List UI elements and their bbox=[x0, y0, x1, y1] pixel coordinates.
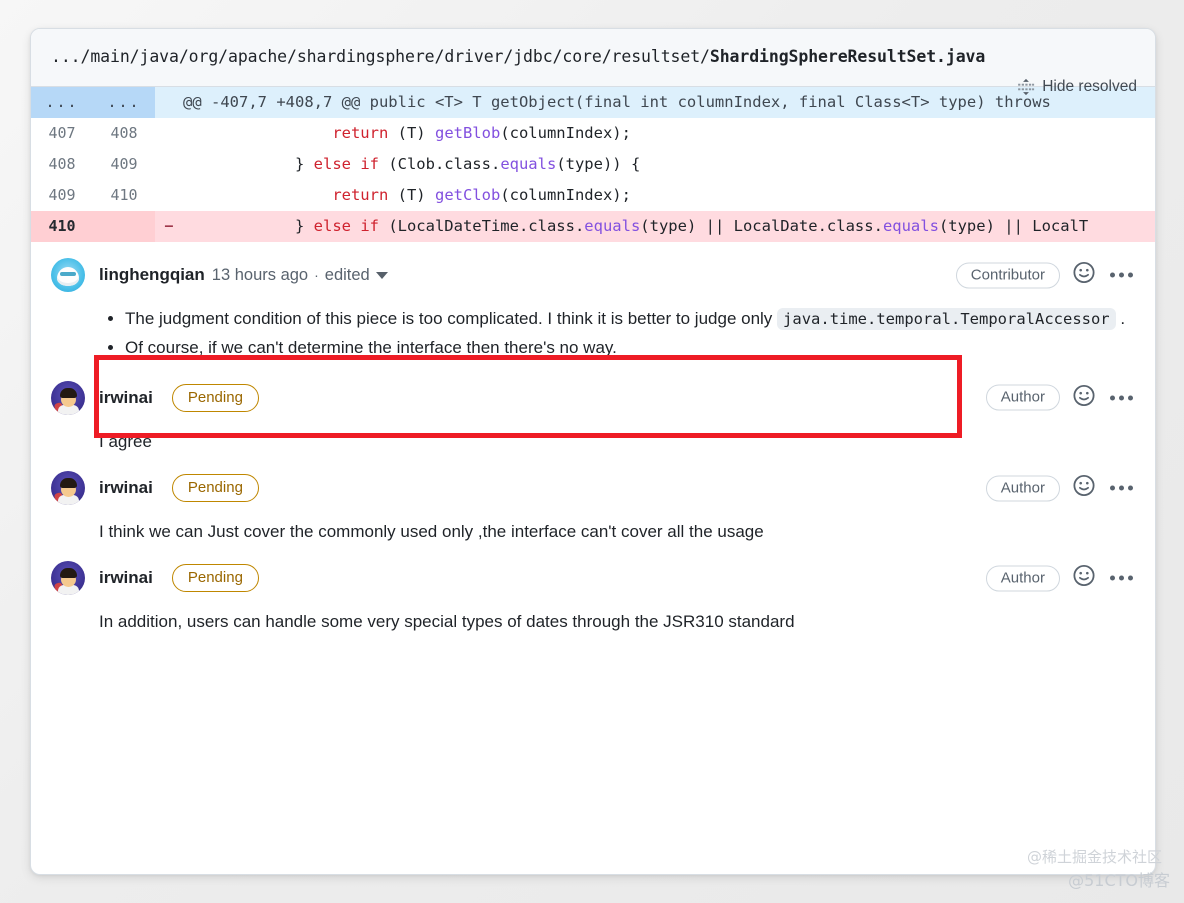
kebab-menu-icon[interactable] bbox=[1108, 272, 1135, 278]
comment-header: irwinai Pending Author bbox=[51, 471, 1135, 506]
comment-text: I agree bbox=[99, 431, 152, 451]
smiley-icon[interactable] bbox=[1073, 384, 1095, 411]
smiley-icon[interactable] bbox=[1073, 475, 1095, 502]
smiley-icon[interactable] bbox=[1073, 261, 1095, 289]
diff-code-line: return (T) getBlob(columnIndex); bbox=[183, 118, 1155, 149]
meta-separator: · bbox=[314, 267, 319, 283]
bullet-text: The judgment condition of this piece is … bbox=[125, 309, 778, 328]
bullet-text: Of course, if we can't determine the int… bbox=[125, 338, 617, 358]
diff-line-number-new: 408 bbox=[93, 118, 155, 149]
role-badge-author: Author bbox=[985, 475, 1060, 502]
diff-line-number-old: 407 bbox=[31, 118, 93, 149]
diff-row: 407 408 return (T) getBlob(columnIndex); bbox=[31, 118, 1155, 149]
role-badge-author: Author bbox=[985, 384, 1060, 411]
list-item: The judgment condition of this piece is … bbox=[125, 306, 1135, 332]
comment-header: linghengqian 13 hours ago · edited Contribut… bbox=[51, 258, 1135, 292]
comment-thread-list: linghengqian 13 hours ago · edited Contribut… bbox=[31, 242, 1155, 636]
diff-file-header: .../main/java/org/apache/shardingsphere/… bbox=[31, 29, 1155, 96]
role-badge-author: Author bbox=[985, 565, 1060, 592]
comment-irwinai: irwinai Pending Author I think we can Just … bbox=[31, 455, 1155, 545]
kebab-menu-icon[interactable] bbox=[1108, 395, 1135, 401]
hide-resolved-button[interactable]: Hide resolved bbox=[1017, 78, 1137, 96]
watermark-secondary: @51CTO博客 bbox=[1068, 871, 1170, 890]
comment-author[interactable]: linghengqian bbox=[99, 265, 205, 285]
comment-actions: Author bbox=[985, 384, 1135, 411]
comment-linghengqian: linghengqian 13 hours ago · edited Contribut… bbox=[31, 242, 1155, 362]
diff-code-line: return (T) getClob(columnIndex); bbox=[183, 180, 1155, 211]
comment-text: In addition, users can handle some very … bbox=[99, 612, 795, 632]
diff-change-marker bbox=[155, 149, 183, 180]
diff-line-number-new: ... bbox=[93, 87, 155, 118]
fold-icon bbox=[1017, 78, 1035, 96]
comment-actions: Contributor bbox=[955, 261, 1135, 289]
diff-row: 409 410 return (T) getClob(columnIndex); bbox=[31, 180, 1155, 211]
code-review-card: .../main/java/org/apache/shardingsphere/… bbox=[30, 28, 1156, 875]
diff-change-marker: − bbox=[155, 211, 183, 242]
file-path[interactable]: .../main/java/org/apache/shardingsphere/… bbox=[51, 43, 996, 71]
diff-code-line: @@ -407,7 +408,7 @@ public <T> T getObje… bbox=[183, 87, 1155, 118]
diff-line-number-old: 410 bbox=[31, 211, 93, 242]
status-badge-pending: Pending bbox=[171, 383, 259, 412]
diff-row: 410 − } else if (LocalDateTime.class.equa… bbox=[31, 211, 1155, 242]
comment-body: I think we can Just cover the commonly u… bbox=[99, 505, 1135, 545]
smiley-icon[interactable] bbox=[1073, 565, 1095, 592]
diff-line-number-old: 409 bbox=[31, 180, 93, 211]
diff-row: ...... @@ -407,7 +408,7 @@ public <T> T g… bbox=[31, 87, 1155, 118]
comment-author[interactable]: irwinai bbox=[99, 568, 153, 588]
comment-timestamp[interactable]: 13 hours ago bbox=[212, 266, 308, 285]
comment-body: I agree bbox=[99, 415, 1135, 455]
comment-header: irwinai Pending Author bbox=[51, 561, 1135, 596]
diff-code-line: } else if (LocalDateTime.class.equals(ty… bbox=[183, 211, 1155, 242]
status-badge-pending: Pending bbox=[171, 474, 259, 503]
avatar-irwinai[interactable] bbox=[51, 380, 85, 415]
diff-change-marker bbox=[155, 87, 183, 118]
diff-table: ...... @@ -407,7 +408,7 @@ public <T> T g… bbox=[31, 87, 1155, 242]
comment-irwinai: irwinai Pending Author In addition, users c… bbox=[31, 545, 1155, 635]
file-path-prefix: .../main/java/org/apache/shardingsphere/… bbox=[51, 47, 710, 66]
diff-code-line: } else if (Clob.class.equals(type)) { bbox=[183, 149, 1155, 180]
diff-line-number-old: ... bbox=[31, 87, 93, 118]
diff-change-marker bbox=[155, 180, 183, 211]
diff-line-number-old: 408 bbox=[31, 149, 93, 180]
kebab-menu-icon[interactable] bbox=[1108, 575, 1135, 581]
inline-code: java.time.temporal.TemporalAccessor bbox=[777, 308, 1116, 330]
comment-body: In addition, users can handle some very … bbox=[99, 595, 1135, 635]
comment-author[interactable]: irwinai bbox=[99, 478, 153, 498]
comment-actions: Author bbox=[985, 565, 1135, 592]
comment-irwinai: irwinai Pending Author I agree bbox=[31, 365, 1155, 455]
comment-text: I think we can Just cover the commonly u… bbox=[99, 522, 764, 542]
chevron-down-icon[interactable] bbox=[375, 271, 388, 279]
comment-meta: 13 hours ago · edited bbox=[212, 266, 370, 285]
file-path-name: ShardingSphereResultSet.java bbox=[709, 47, 986, 66]
kebab-menu-icon[interactable] bbox=[1108, 485, 1135, 491]
role-badge-contributor: Contributor bbox=[955, 262, 1060, 288]
list-item: Of course, if we can't determine the int… bbox=[125, 335, 1135, 361]
avatar-linghengqian[interactable] bbox=[51, 258, 85, 292]
comment-header: irwinai Pending Author bbox=[51, 380, 1135, 415]
diff-change-marker bbox=[155, 118, 183, 149]
diff-line-number-new: 410 bbox=[93, 180, 155, 211]
comment-body: The judgment condition of this piece is … bbox=[99, 292, 1135, 362]
comment-actions: Author bbox=[985, 475, 1135, 502]
diff-row: 408 409 } else if (Clob.class.equals(type… bbox=[31, 149, 1155, 180]
avatar-irwinai[interactable] bbox=[51, 471, 85, 506]
watermark-primary: @稀土掘金技术社区 bbox=[1026, 848, 1162, 866]
comment-edited-label[interactable]: edited bbox=[325, 266, 370, 285]
diff-line-number-new bbox=[93, 211, 155, 242]
bullet-text-tail: . bbox=[1115, 309, 1126, 328]
hide-resolved-label: Hide resolved bbox=[1042, 78, 1137, 95]
comment-bullet-list: The judgment condition of this piece is … bbox=[99, 306, 1135, 362]
status-badge-pending: Pending bbox=[171, 564, 259, 593]
diff-line-number-new: 409 bbox=[93, 149, 155, 180]
avatar-irwinai[interactable] bbox=[51, 561, 85, 596]
comment-author[interactable]: irwinai bbox=[99, 388, 153, 408]
